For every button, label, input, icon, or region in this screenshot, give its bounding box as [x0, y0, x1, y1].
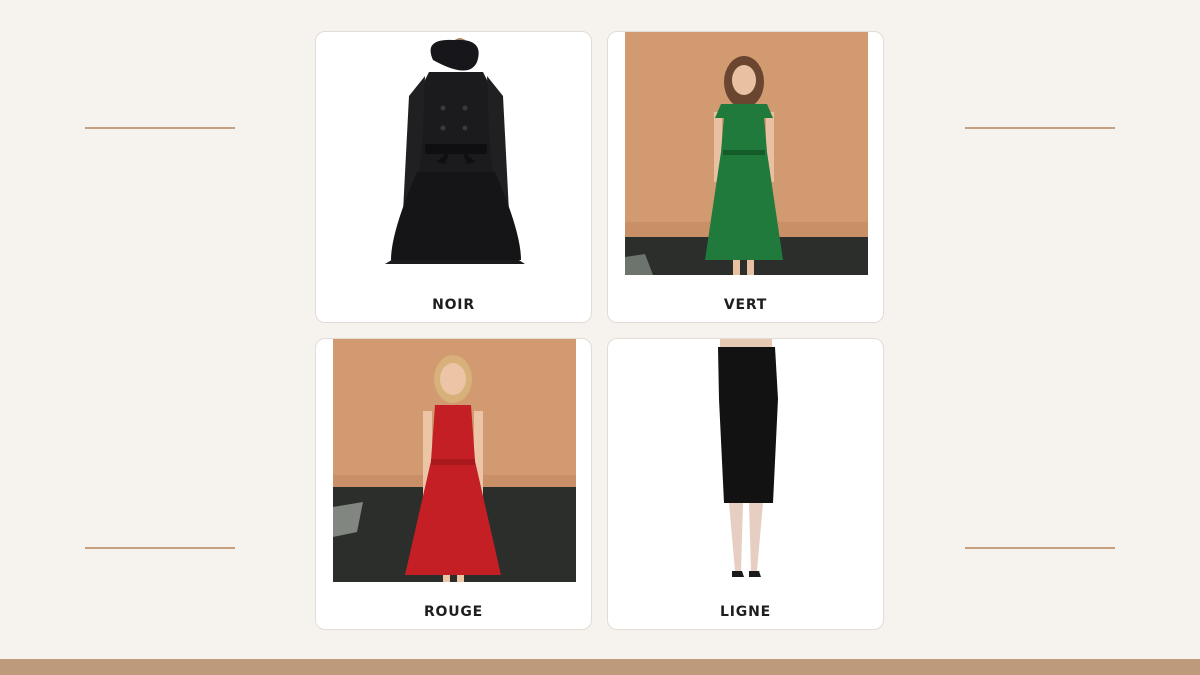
option-card-rouge[interactable]: ROUGE	[315, 338, 592, 630]
card-label-noir: NOIR	[432, 297, 475, 313]
pencil-skirt-image	[625, 339, 868, 582]
decorative-line-bottom-left	[85, 547, 235, 549]
bottom-accent-bar	[0, 659, 1200, 675]
option-card-ligne[interactable]: LIGNE	[607, 338, 884, 630]
decorative-line-top-left	[85, 127, 235, 129]
slide: NOIR VERT ROUGE LIGNE	[0, 0, 1200, 675]
card-label-vert: VERT	[723, 297, 768, 313]
option-card-vert[interactable]: VERT	[607, 31, 884, 323]
black-coat-image	[333, 32, 576, 275]
option-card-noir[interactable]: NOIR	[315, 31, 592, 323]
decorative-line-top-right	[965, 127, 1115, 129]
red-dress-image	[333, 339, 576, 582]
card-label-ligne: LIGNE	[720, 604, 771, 620]
card-label-rouge: ROUGE	[423, 604, 484, 620]
decorative-line-bottom-right	[965, 547, 1115, 549]
green-dress-image	[625, 32, 868, 275]
